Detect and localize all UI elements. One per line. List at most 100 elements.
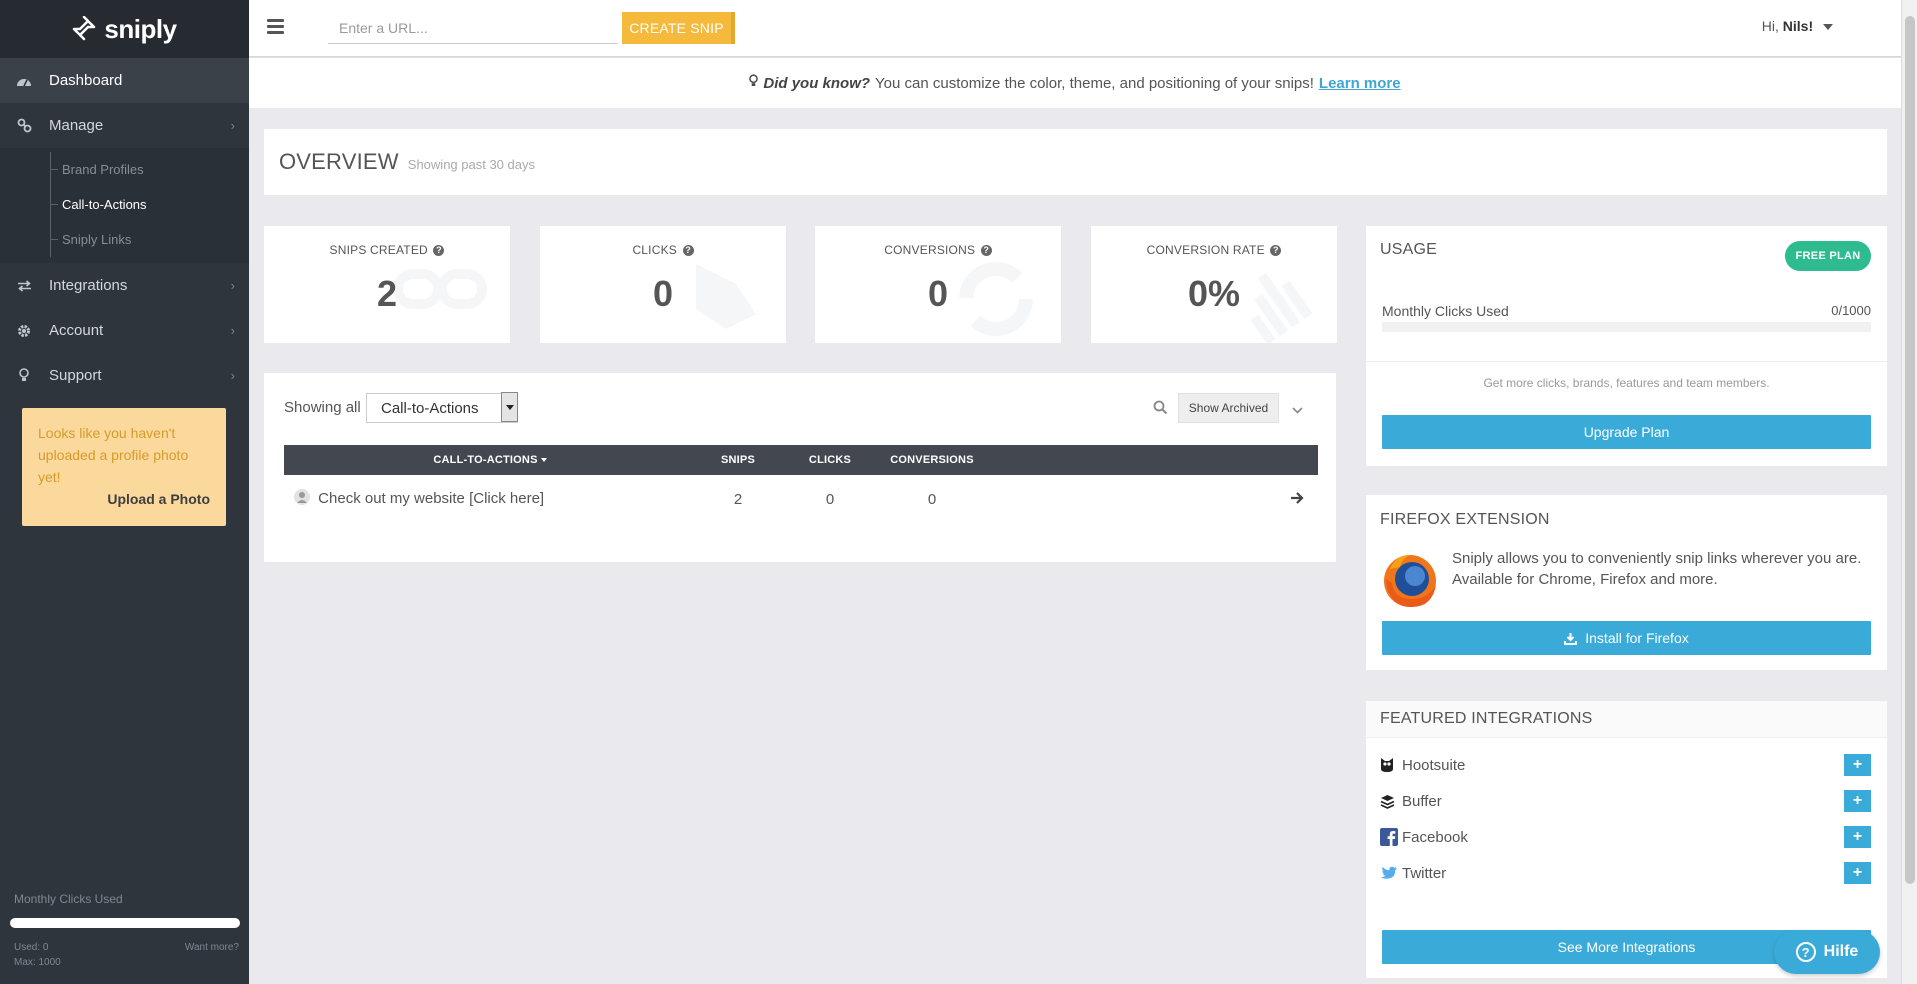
stat-label: CLICKS (632, 243, 677, 257)
chevron-down-icon[interactable] (1292, 401, 1303, 419)
install-label: Install for Firefox (1585, 630, 1689, 646)
show-archived-button[interactable]: Show Archived (1178, 393, 1279, 423)
integration-label: Hootsuite (1402, 756, 1466, 774)
stack-icon (1380, 794, 1402, 809)
cta-table: CALL-TO-ACTIONS SNIPS CLICKS CONVERSIONS… (284, 445, 1318, 523)
brand-logo[interactable]: sniply (0, 0, 249, 58)
monthly-clicks-bar (10, 918, 240, 928)
brand-name: sniply (104, 13, 177, 44)
photo-notice-text: Looks like you haven't uploaded a profil… (38, 425, 189, 485)
tip-lead: Did you know? (763, 74, 871, 92)
integration-item-buffer: Buffer + (1380, 786, 1871, 816)
sidebar-item-label: Support (49, 367, 102, 384)
upgrade-plan-button[interactable]: Upgrade Plan (1382, 415, 1871, 449)
sidebar-item-integrations[interactable]: Integrations › (0, 263, 249, 308)
help-button[interactable]: ? Hilfe (1774, 930, 1880, 974)
column-header-conversions[interactable]: CONVERSIONS (880, 445, 984, 475)
tip-text: You can customize the color, theme, and … (875, 74, 1314, 92)
filter-select[interactable]: Call-to-Actions (366, 392, 518, 423)
want-more-link[interactable]: Want more? (185, 940, 239, 970)
help-label: Hilfe (1823, 943, 1859, 960)
column-header-snips[interactable]: SNIPS (696, 445, 780, 475)
install-firefox-button[interactable]: Install for Firefox (1382, 621, 1871, 655)
monthly-clicks-value: 0/1000 (1831, 303, 1871, 318)
sidebar-subitem-brand-profiles[interactable]: Brand Profiles (0, 152, 249, 187)
sidebar: sniply Dashboard Manage › Brand Profiles… (0, 0, 249, 984)
sort-caret-icon (540, 458, 547, 463)
plan-badge: FREE PLAN (1785, 241, 1871, 271)
stat-card-conversions: CONVERSIONS ? 0 (815, 226, 1061, 343)
learn-more-link[interactable]: Learn more (1319, 75, 1401, 92)
create-snip-button[interactable]: CREATE SNIP (622, 12, 735, 44)
search-icon[interactable] (1153, 400, 1168, 420)
top-bar: CREATE SNIP Hi, Nils! (249, 0, 1901, 56)
exchange-icon (14, 279, 34, 292)
lightbulb-icon (749, 74, 759, 92)
owl-icon (1380, 757, 1402, 773)
dashboard-icon (14, 74, 34, 88)
upgrade-hint: Get more clicks, brands, features and te… (1483, 376, 1770, 390)
subitem-label: Brand Profiles (62, 162, 144, 177)
sidebar-item-label: Integrations (49, 277, 128, 294)
stat-value: 0% (1187, 273, 1241, 314)
menu-icon[interactable] (267, 19, 284, 37)
scrollbar-thumb[interactable] (1905, 16, 1915, 884)
showing-label: Showing all (284, 399, 361, 416)
chevron-right-icon: › (230, 368, 235, 383)
sidebar-subitem-call-to-actions[interactable]: Call-to-Actions (0, 187, 249, 222)
sniply-logo-icon (73, 16, 96, 41)
overview-header: OVERVIEW Showing past 30 days (264, 129, 1887, 195)
usage-panel: USAGE FREE PLAN Monthly Clicks Used 0/10… (1366, 226, 1887, 466)
monthly-clicks-label: Monthly Clicks Used (1382, 303, 1509, 319)
sidebar-item-dashboard[interactable]: Dashboard (0, 58, 249, 103)
subitem-label: Call-to-Actions (62, 197, 147, 212)
user-menu[interactable]: Hi, Nils! (1762, 18, 1833, 34)
overview-subtitle: Showing past 30 days (407, 156, 535, 172)
url-input[interactable] (328, 12, 618, 44)
firefox-logo-icon (1384, 555, 1436, 607)
add-twitter-button[interactable]: + (1844, 862, 1871, 884)
caret-down-icon (1823, 24, 1833, 31)
column-header-cta[interactable]: CALL-TO-ACTIONS (284, 445, 696, 475)
scrollbar[interactable] (1901, 0, 1917, 984)
column-label: CALL-TO-ACTIONS (433, 454, 538, 466)
cta-panel: Showing all Call-to-Actions Show Archive… (264, 373, 1336, 562)
chevron-right-icon: › (230, 278, 235, 293)
sidebar-usage: Monthly Clicks Used Used: 0 Max: 1000 Wa… (0, 892, 249, 984)
user-avatar-icon (294, 488, 310, 510)
chevron-right-icon: › (230, 323, 235, 338)
lightbulb-icon (14, 368, 34, 383)
table-row[interactable]: Check out my website [Click here] 2 0 0 (284, 475, 1318, 523)
integration-label: Facebook (1402, 828, 1468, 846)
sidebar-subitem-sniply-links[interactable]: Sniply Links (0, 222, 249, 257)
firefox-title: FIREFOX EXTENSION (1380, 511, 1550, 528)
subitem-label: Sniply Links (62, 232, 132, 247)
filter-selected: Call-to-Actions (381, 399, 479, 417)
column-header-actions (984, 445, 1318, 475)
add-buffer-button[interactable]: + (1844, 790, 1871, 812)
column-header-clicks[interactable]: CLICKS (780, 445, 880, 475)
manage-submenu: Brand Profiles Call-to-Actions Sniply Li… (0, 148, 249, 263)
stat-card-conversion-rate: CONVERSION RATE ? 0% (1091, 226, 1337, 343)
gear-icon (14, 324, 34, 338)
add-hootsuite-button[interactable]: + (1844, 754, 1871, 776)
integration-item-facebook: Facebook + (1380, 822, 1871, 852)
sidebar-item-support[interactable]: Support › (0, 353, 249, 398)
add-facebook-button[interactable]: + (1844, 826, 1871, 848)
question-icon: ? (1795, 942, 1816, 962)
dropdown-arrow-icon (501, 392, 518, 422)
stat-value: 0 (927, 273, 949, 314)
chevron-right-icon: › (230, 118, 235, 133)
profile-photo-notice: Looks like you haven't uploaded a profil… (22, 408, 226, 526)
cta-clicks: 0 (825, 490, 835, 508)
integration-label: Twitter (1402, 864, 1447, 882)
max-count: Max: 1000 (14, 957, 61, 968)
upload-photo-link[interactable]: Upload a Photo (107, 488, 210, 510)
stat-value: 0 (652, 273, 674, 314)
sidebar-item-account[interactable]: Account › (0, 308, 249, 353)
tip-bar: Did you know? You can customize the colo… (249, 58, 1901, 108)
sidebar-item-manage[interactable]: Manage › (0, 103, 249, 148)
arrow-right-icon[interactable] (1290, 491, 1304, 508)
sidebar-item-label: Manage (49, 117, 104, 134)
page-title: OVERVIEW (279, 149, 399, 174)
